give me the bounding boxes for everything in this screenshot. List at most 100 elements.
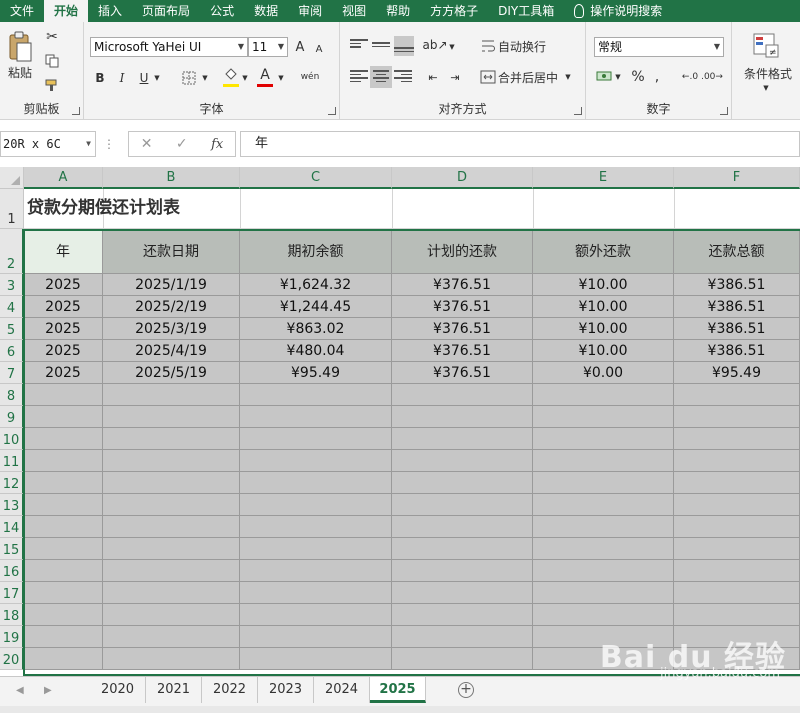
empty-cell[interactable] xyxy=(392,494,533,516)
column-header-b[interactable]: B xyxy=(103,167,240,189)
percent-button[interactable]: % xyxy=(630,68,646,86)
table-cell[interactable]: ¥1,624.32 xyxy=(240,274,392,296)
conditional-format-button[interactable]: 条件格式 xyxy=(736,64,800,82)
empty-cell[interactable] xyxy=(103,494,240,516)
chevron-down-icon[interactable]: ▼ xyxy=(152,68,162,88)
sheet-tab-2025[interactable]: 2025 xyxy=(370,677,426,703)
merge-center-icon[interactable] xyxy=(478,68,498,86)
empty-cell[interactable] xyxy=(674,428,800,450)
table-cell[interactable]: 2025 xyxy=(24,340,103,362)
row-header[interactable]: 3 xyxy=(0,274,24,296)
empty-cell[interactable] xyxy=(103,604,240,626)
formula-input[interactable]: 年 xyxy=(240,131,800,157)
empty-cell[interactable] xyxy=(103,560,240,582)
worksheet-grid[interactable]: A B C D E F 1 2 3 4 5 6 7 8 9 10 11 12 13 14 15 16 17 18 19 20 贷款分… xyxy=(0,167,800,676)
chevron-down-icon[interactable]: ▼ xyxy=(448,38,456,56)
empty-cell[interactable] xyxy=(103,472,240,494)
orientation-icon[interactable]: ab↗ xyxy=(422,36,447,54)
phonetic-button[interactable]: wén xyxy=(298,66,322,88)
select-all-corner[interactable] xyxy=(0,167,24,189)
table-cell[interactable]: ¥95.49 xyxy=(240,362,392,384)
empty-cell[interactable] xyxy=(24,428,103,450)
cancel-icon[interactable]: ✕ xyxy=(141,136,153,152)
align-bottom-icon[interactable] xyxy=(394,36,414,56)
enter-icon[interactable]: ✓ xyxy=(176,136,188,152)
merge-center-button[interactable]: 合并后居中 xyxy=(498,68,562,86)
row-header[interactable]: 4 xyxy=(0,296,24,318)
empty-cell[interactable] xyxy=(103,626,240,648)
empty-cell[interactable] xyxy=(103,516,240,538)
table-header-cell[interactable]: 还款总额 xyxy=(674,229,800,274)
row-header[interactable]: 14 xyxy=(0,516,24,538)
row-header[interactable]: 5 xyxy=(0,318,24,340)
empty-cell[interactable] xyxy=(533,604,674,626)
table-header-cell[interactable]: 还款日期 xyxy=(103,229,240,274)
number-format-select[interactable]: 常规 ▼ xyxy=(594,37,724,57)
empty-cell[interactable] xyxy=(24,582,103,604)
empty-cell[interactable] xyxy=(240,516,392,538)
border-icon[interactable] xyxy=(180,68,198,88)
row-header[interactable]: 15 xyxy=(0,538,24,560)
number-launcher-icon[interactable] xyxy=(720,107,728,115)
table-cell[interactable]: ¥10.00 xyxy=(533,274,674,296)
sheet-tab-2023[interactable]: 2023 xyxy=(258,677,314,703)
row-header[interactable]: 17 xyxy=(0,582,24,604)
decrease-indent-icon[interactable]: ⇤ xyxy=(424,68,442,86)
empty-cell[interactable] xyxy=(24,516,103,538)
font-size-select[interactable]: 11 ▼ xyxy=(248,37,288,57)
table-cell[interactable]: ¥0.00 xyxy=(533,362,674,384)
table-cell[interactable]: 2025/3/19 xyxy=(103,318,240,340)
empty-cell[interactable] xyxy=(103,406,240,428)
empty-cell[interactable] xyxy=(674,384,800,406)
fill-color-icon[interactable] xyxy=(222,66,240,84)
table-cell[interactable]: ¥480.04 xyxy=(240,340,392,362)
table-cell[interactable]: ¥10.00 xyxy=(533,340,674,362)
empty-cell[interactable] xyxy=(533,472,674,494)
align-right-icon[interactable] xyxy=(394,68,412,86)
empty-cell[interactable] xyxy=(103,384,240,406)
empty-cell[interactable] xyxy=(240,626,392,648)
empty-cell[interactable] xyxy=(103,538,240,560)
grow-font-button[interactable]: A xyxy=(292,37,308,57)
sheet-tab-2024[interactable]: 2024 xyxy=(314,677,370,703)
empty-cell[interactable] xyxy=(24,406,103,428)
column-header-a[interactable]: A xyxy=(24,167,103,189)
empty-cell[interactable] xyxy=(240,384,392,406)
name-box[interactable]: 20R x 6C ▼ xyxy=(0,131,96,157)
empty-cell[interactable] xyxy=(240,450,392,472)
empty-cell[interactable] xyxy=(533,582,674,604)
empty-cell[interactable] xyxy=(103,450,240,472)
chevron-down-icon[interactable]: ▼ xyxy=(564,68,572,86)
insert-function-button[interactable]: fx xyxy=(211,137,223,152)
table-cell[interactable]: 2025/1/19 xyxy=(103,274,240,296)
row-header[interactable]: 2 xyxy=(0,229,24,274)
table-cell[interactable]: ¥376.51 xyxy=(392,340,533,362)
empty-cell[interactable] xyxy=(24,560,103,582)
bold-button[interactable]: B xyxy=(92,68,108,88)
empty-cell[interactable] xyxy=(240,538,392,560)
font-color-button[interactable]: A xyxy=(256,66,274,84)
table-cell[interactable]: 2025 xyxy=(24,362,103,384)
row-header[interactable]: 18 xyxy=(0,604,24,626)
empty-cell[interactable] xyxy=(392,384,533,406)
empty-cell[interactable] xyxy=(240,604,392,626)
empty-cell[interactable] xyxy=(103,648,240,670)
sheet-tab-2020[interactable]: 2020 xyxy=(90,677,146,703)
shrink-font-button[interactable]: A xyxy=(312,39,326,59)
underline-button[interactable]: U xyxy=(136,68,152,88)
empty-cell[interactable] xyxy=(674,406,800,428)
paste-icon[interactable] xyxy=(4,30,36,64)
table-cell[interactable]: ¥386.51 xyxy=(674,340,800,362)
align-top-icon[interactable] xyxy=(350,36,368,54)
column-header-e[interactable]: E xyxy=(533,167,674,189)
empty-cell[interactable] xyxy=(103,582,240,604)
menu-tab-0[interactable]: 文件 xyxy=(0,0,44,22)
empty-cell[interactable] xyxy=(392,516,533,538)
row-header[interactable]: 11 xyxy=(0,450,24,472)
row-header[interactable]: 16 xyxy=(0,560,24,582)
sheet-tab-2021[interactable]: 2021 xyxy=(146,677,202,703)
table-header-cell[interactable]: 年 xyxy=(24,229,103,274)
empty-cell[interactable] xyxy=(392,560,533,582)
table-header-cell[interactable]: 额外还款 xyxy=(533,229,674,274)
empty-cell[interactable] xyxy=(24,604,103,626)
